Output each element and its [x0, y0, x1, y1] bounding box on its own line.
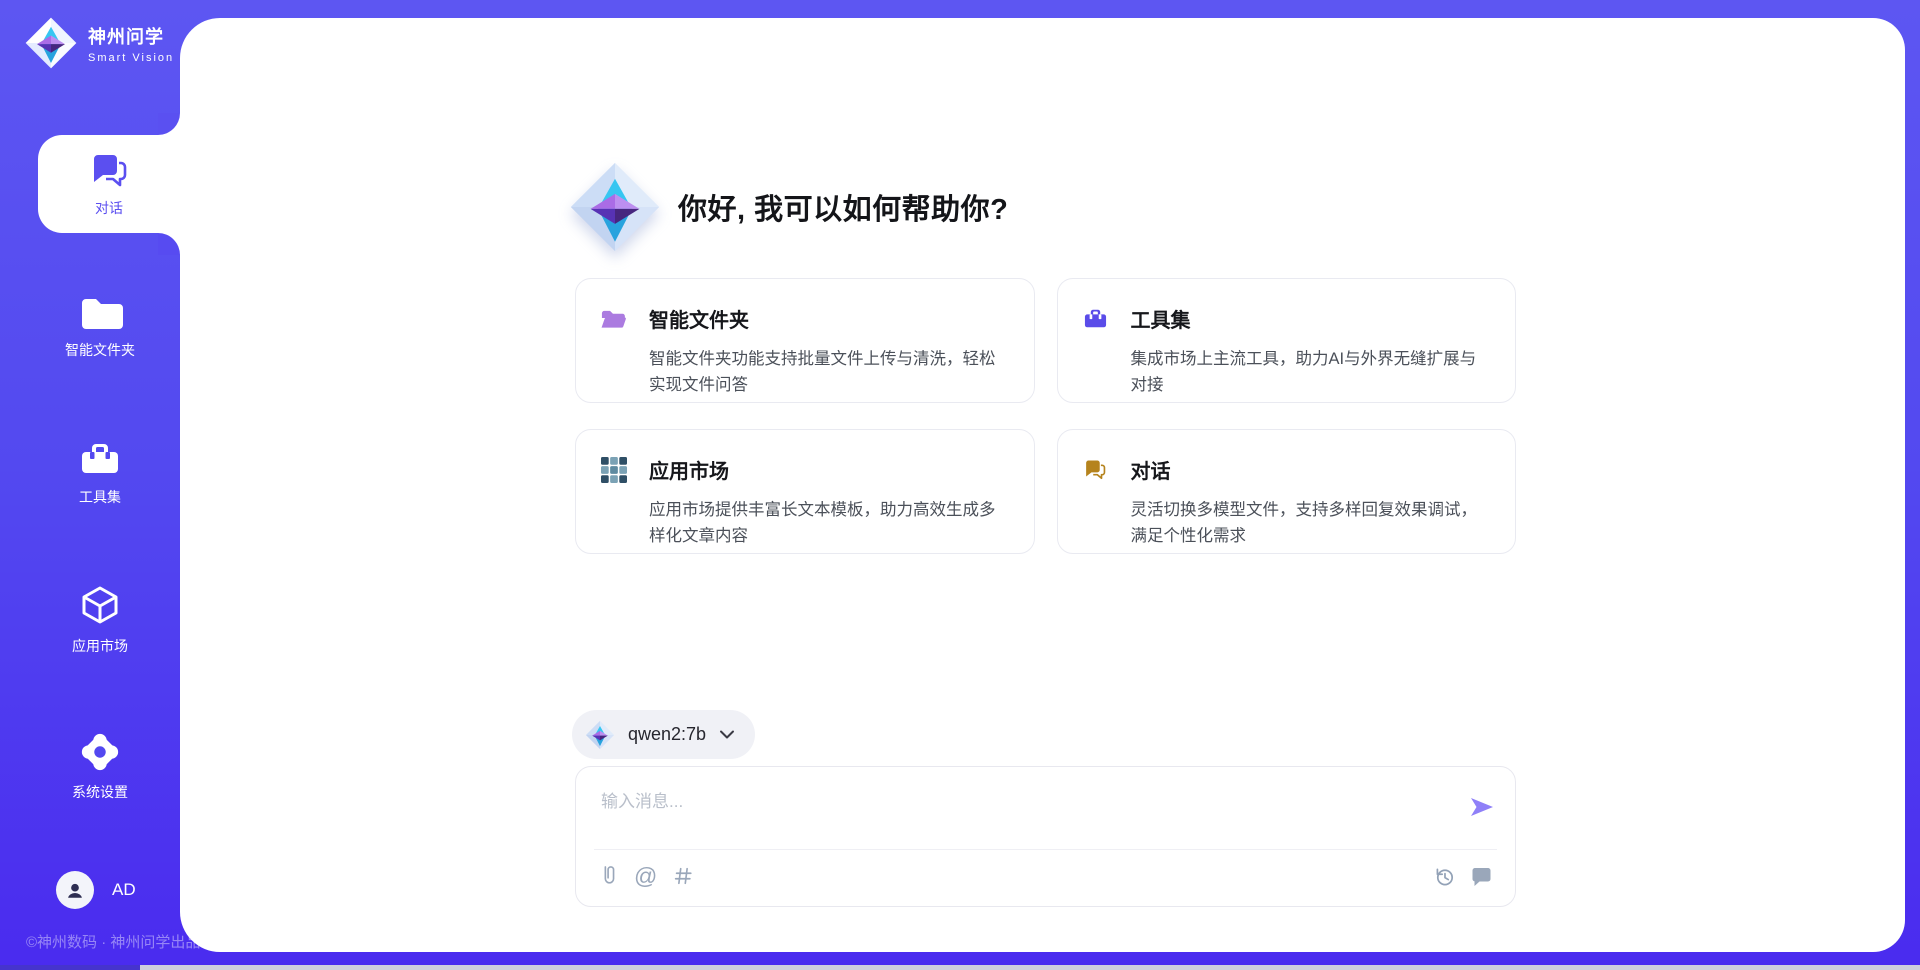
gear-icon — [79, 731, 121, 773]
sidebar-item-label: 系统设置 — [72, 782, 128, 802]
model-diamond-icon — [585, 720, 615, 750]
toolbox-icon — [77, 438, 123, 478]
attachment-icon[interactable] — [599, 863, 619, 889]
tab-fillet-bottom — [158, 233, 180, 255]
toolbox-icon — [1082, 305, 1109, 332]
card-title: 工具集 — [1131, 304, 1191, 333]
send-icon[interactable] — [1468, 793, 1496, 821]
sidebar-item-label: 智能文件夹 — [65, 340, 135, 360]
card-title: 应用市场 — [649, 455, 729, 484]
card-title: 智能文件夹 — [649, 304, 749, 333]
card-chat[interactable]: 对话 灵活切换多模型文件，支持多样回复效果调试，满足个性化需求 — [1057, 429, 1517, 554]
sidebar-item-smart-folder[interactable]: 智能文件夹 — [30, 293, 170, 360]
assistant-diamond-icon — [568, 160, 662, 254]
grid-icon — [600, 456, 627, 483]
card-description: 灵活切换多模型文件，支持多样回复效果调试，满足个性化需求 — [1131, 497, 1490, 549]
hash-icon[interactable] — [672, 865, 694, 887]
tab-fillet-top — [158, 113, 180, 135]
card-app-market[interactable]: 应用市场 应用市场提供丰富长文本模板，助力高效生成多样化文章内容 — [575, 429, 1035, 554]
folder-open-icon — [600, 305, 627, 332]
feature-cards: 智能文件夹 智能文件夹功能支持批量文件上传与清洗，轻松实现文件问答 工具集 集成… — [575, 278, 1516, 554]
card-description: 应用市场提供丰富长文本模板，助力高效生成多样化文章内容 — [649, 497, 1008, 549]
card-description: 智能文件夹功能支持批量文件上传与清洗，轻松实现文件问答 — [649, 346, 1008, 398]
sidebar-item-app-market[interactable]: 应用市场 — [30, 583, 170, 656]
card-smart-folder[interactable]: 智能文件夹 智能文件夹功能支持批量文件上传与清洗，轻松实现文件问答 — [575, 278, 1035, 403]
sidebar-item-label: 工具集 — [79, 487, 121, 507]
copyright-footer: ©神州数码 · 神州问学出品 — [26, 931, 200, 952]
chevron-down-icon — [719, 729, 735, 741]
message-input[interactable] — [601, 787, 1461, 839]
composer-divider — [594, 849, 1497, 850]
folder-icon — [77, 293, 123, 331]
message-composer: @ — [575, 766, 1516, 907]
user-account[interactable]: AD — [56, 871, 136, 909]
brand-diamond-icon — [24, 16, 78, 70]
greeting-block: 你好, 我可以如何帮助你? — [568, 160, 1008, 254]
horizontal-scrollbar[interactable] — [0, 965, 1920, 970]
sidebar-item-toolbox[interactable]: 工具集 — [30, 438, 170, 507]
sidebar-item-chat[interactable]: 对话 — [38, 135, 180, 233]
card-toolbox[interactable]: 工具集 集成市场上主流工具，助力AI与外界无缝扩展与对接 — [1057, 278, 1517, 403]
person-icon — [64, 879, 86, 901]
chat-bubbles-icon — [1082, 456, 1109, 483]
sidebar-item-label: 应用市场 — [72, 636, 128, 656]
greeting-title: 你好, 我可以如何帮助你? — [678, 186, 1008, 228]
cube-icon — [78, 583, 122, 627]
card-description: 集成市场上主流工具，助力AI与外界无缝扩展与对接 — [1131, 346, 1490, 398]
history-icon[interactable] — [1433, 865, 1456, 888]
user-initials: AD — [112, 880, 136, 900]
sidebar-item-label: 对话 — [95, 198, 123, 218]
avatar — [56, 871, 94, 909]
app-logo: 神州问学 Smart Vision — [24, 16, 174, 70]
brand-title: 神州问学 — [88, 23, 174, 49]
chat-filled-icon[interactable] — [1470, 866, 1493, 887]
brand-subtitle: Smart Vision — [88, 52, 174, 64]
scrollbar-thumb[interactable] — [0, 965, 140, 970]
model-selector[interactable]: qwen2:7b — [572, 710, 755, 759]
sidebar-item-settings[interactable]: 系统设置 — [30, 731, 170, 802]
card-title: 对话 — [1131, 455, 1171, 484]
model-name: qwen2:7b — [628, 724, 706, 745]
chat-bubbles-icon — [87, 151, 131, 191]
mention-icon[interactable]: @ — [634, 865, 657, 888]
